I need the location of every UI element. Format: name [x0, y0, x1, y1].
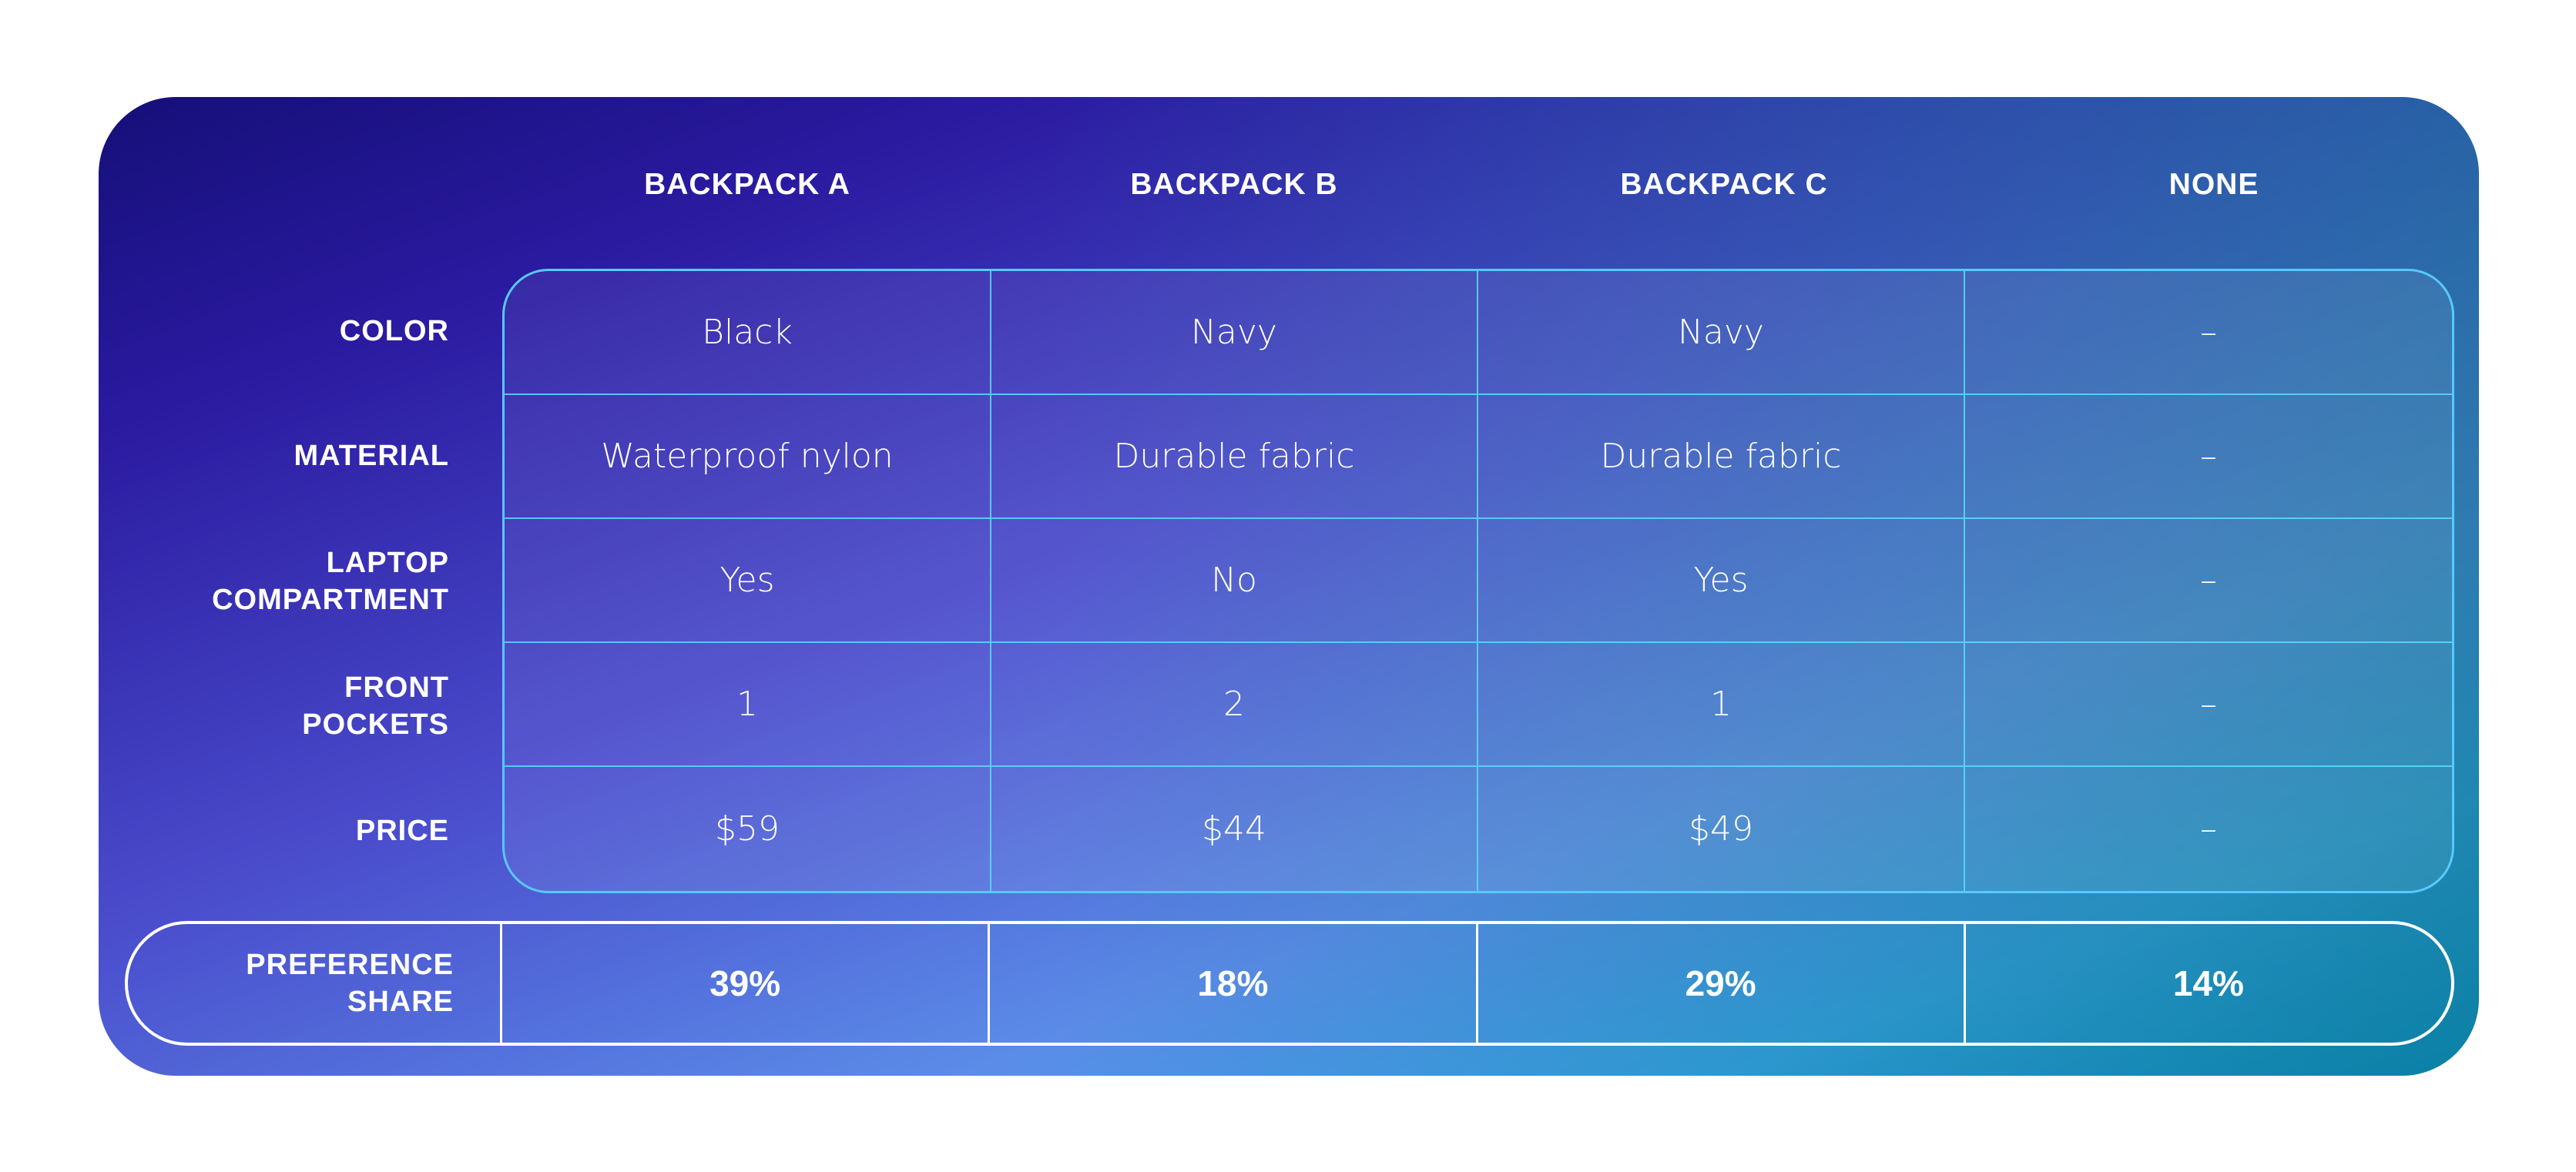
row-label-text: LAPTOP COMPARTMENT	[212, 546, 449, 616]
row-label-front-pockets: FRONT POCKETS	[123, 644, 449, 768]
row-label-price: PRICE	[123, 768, 449, 893]
cell-laptop-b: No	[991, 519, 1478, 643]
cell-color-b: Navy	[991, 271, 1478, 395]
cell-pockets-none: –	[1965, 643, 2452, 767]
cell-color-c: Navy	[1478, 271, 1965, 395]
cell-color-none: –	[1965, 271, 2452, 395]
row-label-text: MATERIAL	[293, 440, 449, 472]
row-label-material: MATERIAL	[123, 393, 449, 518]
cell-material-c: Durable fabric	[1478, 395, 1965, 519]
column-header-backpack-b: BACKPACK B	[1130, 168, 1338, 201]
preference-share-a: 39%	[502, 924, 991, 1043]
cell-color-a: Black	[505, 271, 991, 395]
preference-share-label-text: PREFERENCE SHARE	[246, 949, 454, 1018]
preference-share-b: 18%	[990, 924, 1478, 1043]
row-label-laptop-compartment: LAPTOP COMPARTMENT	[123, 518, 449, 644]
cell-price-none: –	[2200, 809, 2217, 849]
cell-price-c: $49	[1478, 767, 1965, 891]
cell-material-a: Waterproof nylon	[505, 395, 991, 519]
row-label-text: FRONT POCKETS	[302, 671, 449, 741]
attribute-grid: Black Navy Navy – Waterproof nylon Durab…	[502, 269, 2454, 893]
preference-share-c: 29%	[1478, 924, 1966, 1043]
preference-share-label: PREFERENCE SHARE	[128, 924, 502, 1043]
cell-pockets-c: 1	[1478, 643, 1965, 767]
cell-laptop-c: Yes	[1478, 519, 1965, 643]
cell-price-a: $59	[505, 767, 991, 891]
preference-share-none: 14%	[2172, 963, 2244, 1003]
cell-pockets-b: 2	[991, 643, 1478, 767]
column-header-backpack-c: BACKPACK C	[1620, 168, 1828, 201]
cell-pockets-a: 1	[505, 643, 991, 767]
preference-share-row: PREFERENCE SHARE 39% 18% 29% 14%	[125, 921, 2454, 1046]
row-label-color: COLOR	[123, 269, 449, 393]
row-label-text: COLOR	[339, 315, 449, 347]
cell-material-b: Durable fabric	[991, 395, 1478, 519]
cell-material-none: –	[1965, 395, 2452, 519]
cell-laptop-none: –	[1965, 519, 2452, 643]
cell-laptop-a: Yes	[505, 519, 991, 643]
column-header-backpack-a: BACKPACK A	[644, 168, 850, 201]
cell-price-b: $44	[991, 767, 1478, 891]
column-header-none: NONE	[2168, 168, 2259, 201]
row-label-text: PRICE	[355, 815, 449, 847]
